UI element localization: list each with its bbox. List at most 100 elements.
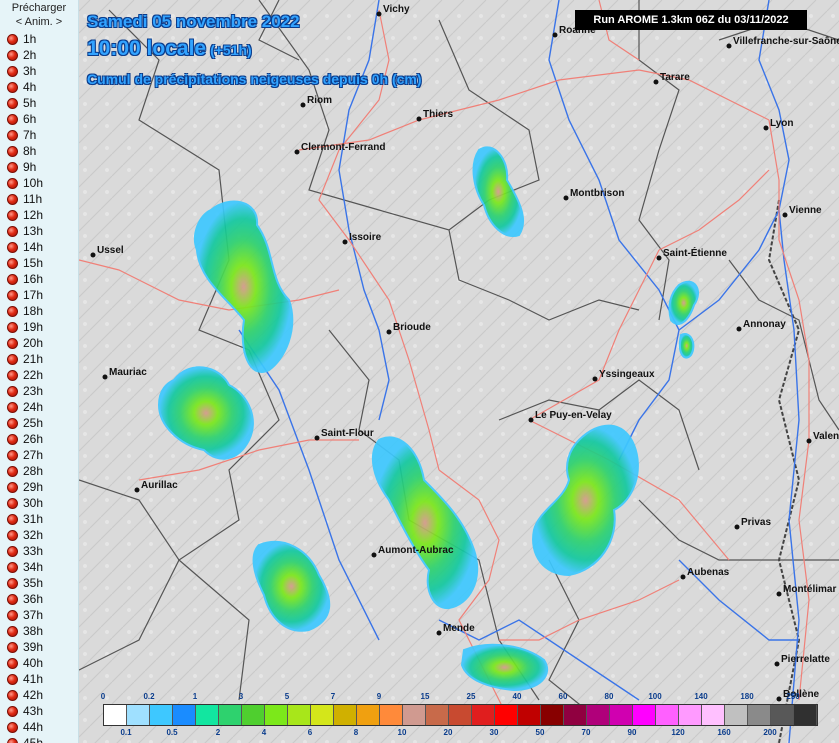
- hour-item[interactable]: 39h: [0, 639, 78, 655]
- legend-swatch: [104, 705, 127, 725]
- hour-item[interactable]: 27h: [0, 447, 78, 463]
- hour-label: 41h: [23, 672, 44, 686]
- city-name: Issoire: [349, 232, 382, 243]
- legend-tick-bottom: 4: [261, 728, 267, 737]
- hour-item[interactable]: 44h: [0, 719, 78, 735]
- legend-swatch: [518, 705, 541, 725]
- hour-item[interactable]: 30h: [0, 495, 78, 511]
- hour-item[interactable]: 38h: [0, 623, 78, 639]
- hour-bullet-icon: [7, 177, 18, 189]
- hour-item[interactable]: 35h: [0, 575, 78, 591]
- city-dot: [774, 661, 780, 667]
- city-name: Le Puy-en-Velay: [535, 410, 612, 421]
- hour-bullet-icon: [7, 161, 18, 173]
- city-dot: [563, 195, 569, 201]
- hour-bullet-icon: [7, 145, 18, 157]
- hour-item[interactable]: 21h: [0, 351, 78, 367]
- hour-item[interactable]: 5h: [0, 95, 78, 111]
- hour-bullet-icon: [7, 241, 18, 253]
- hour-bullet-icon: [7, 65, 18, 77]
- hour-item[interactable]: 37h: [0, 607, 78, 623]
- hour-item[interactable]: 17h: [0, 287, 78, 303]
- hour-label: 20h: [23, 336, 44, 350]
- hour-bullet-icon: [7, 561, 18, 573]
- hour-item[interactable]: 3h: [0, 63, 78, 79]
- hour-bullet-icon: [7, 497, 18, 509]
- hour-item[interactable]: 43h: [0, 703, 78, 719]
- hour-item[interactable]: 8h: [0, 143, 78, 159]
- hour-item[interactable]: 12h: [0, 207, 78, 223]
- hour-item[interactable]: 1h: [0, 31, 78, 47]
- hour-item[interactable]: 29h: [0, 479, 78, 495]
- hour-item[interactable]: 13h: [0, 223, 78, 239]
- city-name: Pierrelatte: [781, 654, 830, 665]
- hour-item[interactable]: 32h: [0, 527, 78, 543]
- meteo-viewer: Précharger < Anim. > 1h 2h 3h 4h 5h 6h 7h 8h 9h 1…: [0, 0, 839, 743]
- city-name: Annonay: [743, 319, 786, 330]
- hour-label: 10h: [23, 176, 44, 190]
- city-name: Aubenas: [687, 567, 730, 578]
- hour-item[interactable]: 2h: [0, 47, 78, 63]
- hour-item[interactable]: 45h: [0, 735, 78, 743]
- hour-item[interactable]: 18h: [0, 303, 78, 319]
- hour-item[interactable]: 10h: [0, 175, 78, 191]
- hour-item[interactable]: 11h: [0, 191, 78, 207]
- hour-item[interactable]: 22h: [0, 367, 78, 383]
- hour-item[interactable]: 25h: [0, 415, 78, 431]
- city-name: Yssingeaux: [599, 369, 655, 380]
- hour-label: 35h: [23, 576, 44, 590]
- hour-item[interactable]: 7h: [0, 127, 78, 143]
- hour-item[interactable]: 20h: [0, 335, 78, 351]
- hour-label: 26h: [23, 432, 44, 446]
- hour-item[interactable]: 28h: [0, 463, 78, 479]
- hour-item[interactable]: 34h: [0, 559, 78, 575]
- hour-item[interactable]: 23h: [0, 383, 78, 399]
- hour-bullet-icon: [7, 689, 18, 701]
- hour-label: 12h: [23, 208, 44, 222]
- hour-item[interactable]: 6h: [0, 111, 78, 127]
- hour-item[interactable]: 24h: [0, 399, 78, 415]
- hour-item[interactable]: 36h: [0, 591, 78, 607]
- preload-link[interactable]: Précharger: [0, 0, 78, 15]
- hour-bullet-icon: [7, 209, 18, 221]
- animation-toggle[interactable]: < Anim. >: [0, 15, 78, 29]
- city-marker: Annonay: [736, 319, 786, 332]
- hour-label: 30h: [23, 496, 44, 510]
- city-name: Riom: [307, 95, 332, 106]
- hour-item[interactable]: 4h: [0, 79, 78, 95]
- legend-tick-top: 15: [420, 692, 430, 701]
- hour-label: 34h: [23, 560, 44, 574]
- hour-item[interactable]: 15h: [0, 255, 78, 271]
- hour-item[interactable]: 14h: [0, 239, 78, 255]
- hour-item[interactable]: 40h: [0, 655, 78, 671]
- city-dot: [653, 79, 659, 85]
- legend-tick-bottom: 20: [443, 728, 453, 737]
- hour-bullet-icon: [7, 417, 18, 429]
- hour-item[interactable]: 26h: [0, 431, 78, 447]
- hour-item[interactable]: 16h: [0, 271, 78, 287]
- legend-tick-bottom: 160: [717, 728, 731, 737]
- legend-tick-top: 0.2: [143, 692, 155, 701]
- city-dot: [416, 116, 422, 122]
- hour-item[interactable]: 42h: [0, 687, 78, 703]
- city-dot: [782, 212, 788, 218]
- hour-item[interactable]: 19h: [0, 319, 78, 335]
- hour-bullet-icon: [7, 289, 18, 301]
- city-name: Montbrison: [570, 188, 624, 199]
- forecast-map[interactable]: Vichy Roanne Villefranche-sur-Saône Riom Thi…: [79, 0, 839, 743]
- hour-item[interactable]: 41h: [0, 671, 78, 687]
- hour-label: 44h: [23, 720, 44, 734]
- hour-bullet-icon: [7, 609, 18, 621]
- hour-item[interactable]: 33h: [0, 543, 78, 559]
- legend-tick-bottom: 10: [397, 728, 407, 737]
- city-marker: Brioude: [386, 322, 431, 335]
- hour-label: 18h: [23, 304, 44, 318]
- hour-bullet-icon: [7, 337, 18, 349]
- city-dot: [436, 630, 442, 636]
- hour-item[interactable]: 31h: [0, 511, 78, 527]
- hour-bullet-icon: [7, 273, 18, 285]
- hour-bullet-icon: [7, 465, 18, 477]
- hour-label: 2h: [23, 48, 37, 62]
- hour-bullet-icon: [7, 113, 18, 125]
- hour-item[interactable]: 9h: [0, 159, 78, 175]
